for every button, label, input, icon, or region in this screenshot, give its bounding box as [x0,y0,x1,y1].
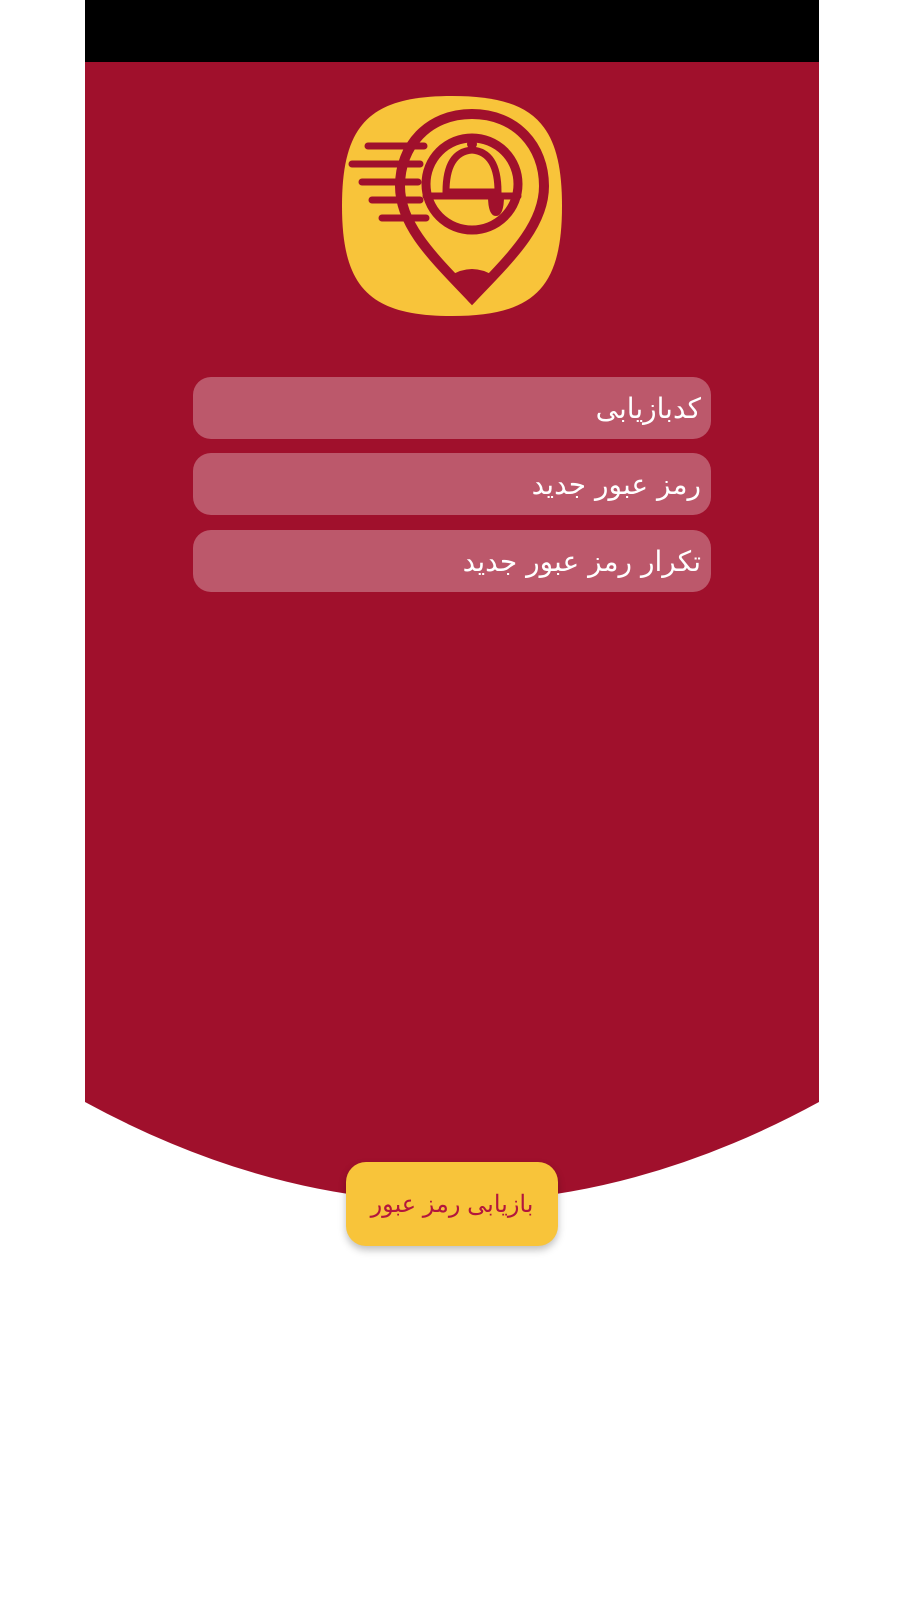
new-password-placeholder: رمز عبور جدید [531,467,701,501]
recovery-code-placeholder: کدبازیابی [595,391,701,425]
recover-password-button[interactable]: بازیابی رمز عبور [346,1162,558,1246]
repeat-password-placeholder: تکرار رمز عبور جدید [462,544,701,578]
food-delivery-location-pin-icon [342,96,562,316]
app-logo [338,92,566,320]
repeat-password-field[interactable]: تکرار رمز عبور جدید [193,530,711,592]
recover-password-button-label: بازیابی رمز عبور [370,1190,534,1218]
status-bar [85,0,819,62]
new-password-field[interactable]: رمز عبور جدید [193,453,711,515]
recovery-code-field[interactable]: کدبازیابی [193,377,711,439]
app-screen: کدبازیابی رمز عبور جدید تکرار رمز عبور ج… [85,0,819,1600]
